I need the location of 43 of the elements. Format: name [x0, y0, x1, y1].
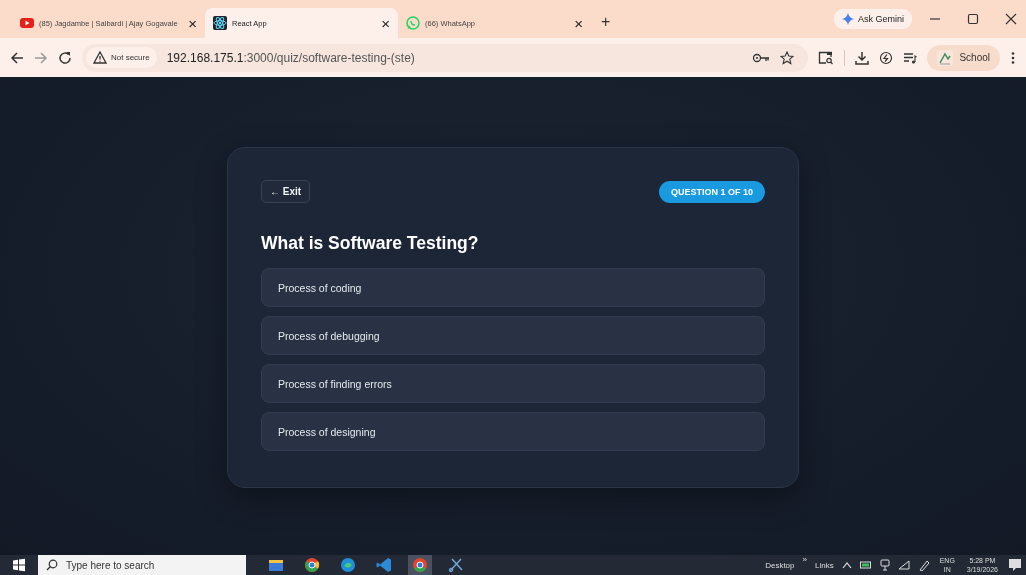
profile-button[interactable]: School: [927, 44, 1000, 71]
chat-bubble-icon: [406, 16, 420, 30]
chrome-icon[interactable]: [408, 555, 432, 575]
reload-icon[interactable]: [58, 50, 72, 65]
answer-option[interactable]: Process of finding errors: [261, 364, 765, 403]
more-menu-icon[interactable]: [1010, 50, 1016, 65]
search-icon: [46, 559, 58, 571]
profile-avatar-icon: [937, 49, 954, 66]
security-chip[interactable]: Not secure: [86, 47, 157, 68]
wifi-icon[interactable]: [897, 560, 910, 570]
sparkle-icon: [842, 13, 854, 25]
question-counter-badge: QUESTION 1 OF 10: [658, 180, 765, 203]
close-tab-button[interactable]: ×: [381, 15, 390, 31]
close-tab-button[interactable]: ×: [574, 15, 583, 31]
answer-option[interactable]: Process of debugging: [261, 316, 765, 355]
forward-icon[interactable]: [34, 50, 48, 65]
screen-search-icon[interactable]: [818, 50, 835, 65]
new-tab-button[interactable]: +: [601, 13, 611, 31]
key-icon[interactable]: [752, 51, 771, 64]
question-title: What is Software Testing?: [261, 233, 480, 254]
taskbar-search-field[interactable]: Type here to search: [38, 555, 246, 575]
pen-icon[interactable]: [917, 559, 930, 571]
toolbar-overflow-button[interactable]: »: [802, 555, 807, 564]
warning-icon: [93, 51, 107, 64]
windows-start-icon[interactable]: [12, 558, 26, 572]
notification-icon[interactable]: [1008, 558, 1022, 572]
links-toolbar-label[interactable]: Links: [815, 560, 834, 570]
caret-up-icon[interactable]: [841, 561, 852, 569]
download-icon[interactable]: [855, 50, 870, 65]
url-text: 192.168.175.1:3000/quiz/software-testing-(ste): [166, 50, 415, 65]
answer-option[interactable]: Process of coding: [261, 268, 765, 307]
address-bar[interactable]: Not secure 192.168.175.1:3000/quiz/software-testing-(ste): [82, 43, 809, 72]
atom-icon: [213, 16, 227, 30]
close-tab-button[interactable]: ×: [188, 15, 197, 31]
ask-gemini-button[interactable]: Ask Gemini: [834, 9, 912, 29]
battery-icon[interactable]: [859, 560, 872, 570]
exit-button[interactable]: ← Exit: [261, 180, 311, 203]
back-icon[interactable]: [10, 50, 24, 65]
star-icon[interactable]: [780, 50, 795, 65]
desktop-toolbar-label[interactable]: Desktop: [765, 560, 795, 570]
media-queue-icon[interactable]: [903, 50, 918, 65]
youtube-icon: [20, 16, 34, 30]
answer-option[interactable]: Process of designing: [261, 412, 765, 451]
